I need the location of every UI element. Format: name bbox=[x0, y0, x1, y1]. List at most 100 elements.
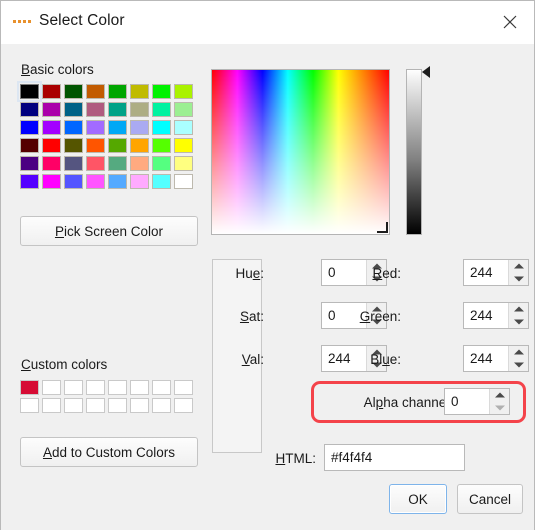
basic-color-swatch[interactable] bbox=[86, 174, 105, 189]
green-spin-up[interactable] bbox=[509, 303, 528, 316]
basic-color-swatch[interactable] bbox=[152, 120, 171, 135]
green-spin-down[interactable] bbox=[509, 316, 528, 329]
custom-colors-grid[interactable] bbox=[20, 380, 193, 413]
alpha-channel-label: Alpha channel: bbox=[363, 395, 453, 410]
basic-color-swatch[interactable] bbox=[108, 84, 127, 99]
alpha-channel-spin-up[interactable] bbox=[490, 389, 509, 402]
basic-color-swatch[interactable] bbox=[86, 84, 105, 99]
cancel-button[interactable]: Cancel bbox=[457, 484, 523, 514]
basic-color-swatch[interactable] bbox=[130, 174, 149, 189]
basic-color-swatch[interactable] bbox=[130, 138, 149, 153]
basic-color-swatch[interactable] bbox=[86, 102, 105, 117]
basic-color-swatch[interactable] bbox=[108, 138, 127, 153]
val-label: Val: bbox=[241, 352, 264, 367]
basic-color-swatch[interactable] bbox=[174, 102, 193, 117]
basic-color-swatch[interactable] bbox=[174, 84, 193, 99]
basic-color-swatch[interactable] bbox=[152, 102, 171, 117]
pick-screen-color-button[interactable]: Pick Screen Color bbox=[20, 216, 198, 246]
red-spin-arrows[interactable] bbox=[508, 260, 528, 285]
sat-label: Sat: bbox=[239, 309, 264, 324]
basic-color-swatch[interactable] bbox=[42, 156, 61, 171]
basic-color-swatch[interactable] bbox=[108, 120, 127, 135]
custom-color-swatch[interactable] bbox=[174, 398, 193, 413]
custom-color-swatch[interactable] bbox=[174, 380, 193, 395]
basic-color-swatch[interactable] bbox=[108, 174, 127, 189]
ok-button[interactable]: OK bbox=[389, 484, 447, 514]
basic-color-swatch[interactable] bbox=[42, 120, 61, 135]
blue-spin-up[interactable] bbox=[509, 346, 528, 359]
close-icon[interactable] bbox=[494, 7, 526, 37]
basic-color-swatch[interactable] bbox=[130, 84, 149, 99]
basic-color-swatch[interactable] bbox=[152, 174, 171, 189]
custom-color-swatch[interactable] bbox=[64, 380, 83, 395]
basic-color-swatch[interactable] bbox=[108, 102, 127, 117]
blue-spinbox[interactable]: 244 bbox=[463, 345, 529, 372]
custom-color-swatch[interactable] bbox=[64, 398, 83, 413]
basic-color-swatch[interactable] bbox=[174, 120, 193, 135]
custom-color-swatch[interactable] bbox=[108, 398, 127, 413]
color-gradient-field[interactable] bbox=[211, 69, 390, 235]
html-color-input[interactable]: #f4f4f4 bbox=[324, 444, 465, 471]
alpha-channel-spin-down[interactable] bbox=[490, 402, 509, 415]
basic-color-swatch[interactable] bbox=[20, 120, 39, 135]
basic-color-swatch[interactable] bbox=[152, 84, 171, 99]
custom-color-swatch[interactable] bbox=[42, 398, 61, 413]
custom-color-swatch[interactable] bbox=[130, 398, 149, 413]
value-slider-handle[interactable] bbox=[422, 66, 430, 78]
add-to-custom-colors-button[interactable]: Add to Custom Colors bbox=[20, 437, 198, 467]
blue-spin-arrows[interactable] bbox=[508, 346, 528, 371]
green-spin-arrows[interactable] bbox=[508, 303, 528, 328]
basic-color-swatch[interactable] bbox=[64, 120, 83, 135]
custom-color-swatch[interactable] bbox=[86, 398, 105, 413]
alpha-channel-value: 0 bbox=[445, 389, 489, 414]
red-value: 244 bbox=[464, 260, 508, 285]
basic-color-swatch[interactable] bbox=[42, 84, 61, 99]
green-spinbox[interactable]: 244 bbox=[463, 302, 529, 329]
basic-color-swatch[interactable] bbox=[64, 84, 83, 99]
custom-color-swatch[interactable] bbox=[130, 380, 149, 395]
color-field-cursor[interactable] bbox=[377, 222, 388, 233]
red-label: Red: bbox=[372, 266, 401, 281]
custom-color-swatch[interactable] bbox=[108, 380, 127, 395]
basic-color-swatch[interactable] bbox=[20, 138, 39, 153]
basic-color-swatch[interactable] bbox=[152, 138, 171, 153]
basic-color-swatch[interactable] bbox=[86, 120, 105, 135]
basic-color-swatch[interactable] bbox=[42, 174, 61, 189]
basic-color-swatch[interactable] bbox=[152, 156, 171, 171]
basic-colors-grid[interactable] bbox=[17, 81, 193, 189]
basic-color-swatch[interactable] bbox=[42, 102, 61, 117]
alpha-channel-spinbox[interactable]: 0 bbox=[444, 388, 510, 415]
basic-color-swatch[interactable] bbox=[20, 174, 39, 189]
basic-color-swatch[interactable] bbox=[174, 138, 193, 153]
alpha-channel-spin-arrows[interactable] bbox=[489, 389, 509, 414]
basic-color-swatch[interactable] bbox=[64, 138, 83, 153]
custom-color-swatch[interactable] bbox=[20, 398, 39, 413]
custom-color-swatch[interactable] bbox=[42, 380, 61, 395]
custom-color-swatch[interactable] bbox=[152, 398, 171, 413]
red-spin-up[interactable] bbox=[509, 260, 528, 273]
basic-color-swatch[interactable] bbox=[17, 81, 42, 102]
basic-color-swatch[interactable] bbox=[108, 156, 127, 171]
custom-color-swatch[interactable] bbox=[152, 380, 171, 395]
red-spin-down[interactable] bbox=[509, 273, 528, 286]
basic-color-swatch[interactable] bbox=[64, 156, 83, 171]
basic-color-swatch[interactable] bbox=[20, 102, 39, 117]
custom-color-swatch[interactable] bbox=[20, 380, 39, 395]
html-color-value: #f4f4f4 bbox=[331, 450, 373, 465]
value-slider[interactable] bbox=[406, 69, 422, 235]
basic-color-swatch[interactable] bbox=[174, 156, 193, 171]
basic-color-swatch[interactable] bbox=[130, 156, 149, 171]
basic-color-swatch[interactable] bbox=[20, 156, 39, 171]
basic-color-swatch[interactable] bbox=[86, 138, 105, 153]
basic-color-swatch[interactable] bbox=[86, 156, 105, 171]
basic-color-swatch[interactable] bbox=[64, 102, 83, 117]
custom-color-swatch[interactable] bbox=[86, 380, 105, 395]
red-spinbox[interactable]: 244 bbox=[463, 259, 529, 286]
blue-spin-down[interactable] bbox=[509, 359, 528, 372]
basic-color-swatch[interactable] bbox=[130, 102, 149, 117]
basic-color-swatch[interactable] bbox=[174, 174, 193, 189]
basic-color-swatch[interactable] bbox=[64, 174, 83, 189]
basic-color-swatch[interactable] bbox=[130, 120, 149, 135]
basic-color-swatch[interactable] bbox=[42, 138, 61, 153]
html-field-label: HTML: bbox=[275, 451, 316, 466]
